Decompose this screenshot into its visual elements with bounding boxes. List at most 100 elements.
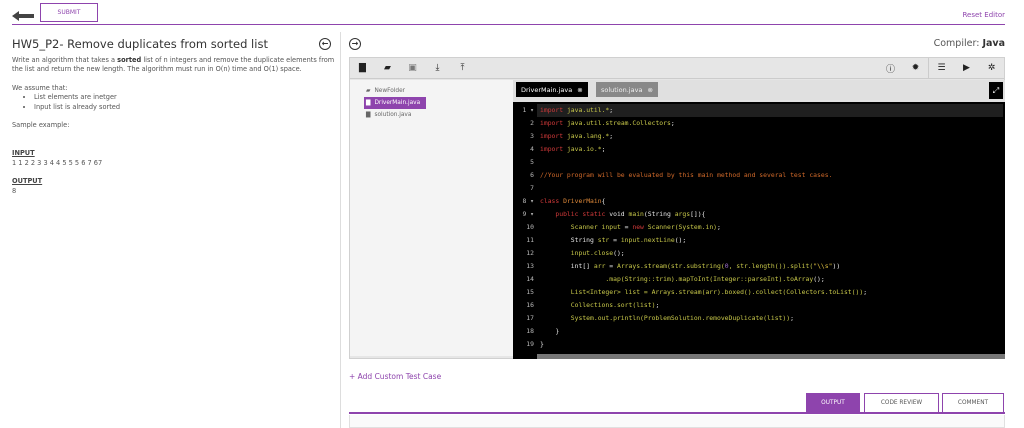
assume-text: We assume that: <box>12 83 68 92</box>
code-token: args <box>674 210 691 218</box>
code-line[interactable]: class DriverMain{ <box>537 195 1003 208</box>
code-line[interactable]: import java.io.*; <box>537 143 1003 156</box>
code-token: void <box>605 210 629 218</box>
code-line[interactable]: System.out.println(ProblemSolution.remov… <box>537 312 1003 325</box>
tab-label: DriverMain.java <box>521 85 573 94</box>
code-line[interactable]: } <box>537 338 1003 351</box>
problem-description: Write an algorithm that takes a sorted l… <box>12 56 337 196</box>
line-number: 17 <box>526 314 534 322</box>
code-line[interactable]: import java.lang.*; <box>537 130 1003 143</box>
back-arrow-icon[interactable] <box>12 7 34 21</box>
header-divider <box>12 24 1005 25</box>
line-number: 11 <box>526 236 534 244</box>
code-token: int[] <box>540 262 594 270</box>
input-label: INPUT <box>12 149 35 158</box>
tab-label: solution.java <box>601 85 643 94</box>
code-lines[interactable]: import java.util.*; import java.util.stre… <box>537 104 1003 351</box>
tab-output[interactable]: OUTPUT <box>806 393 860 413</box>
code-line[interactable]: } <box>537 325 1003 338</box>
code-line[interactable]: Collections.sort(list); <box>537 299 1003 312</box>
code-token: (String <box>643 210 675 218</box>
code-token: List<Integer> list = Arrays.stream(arr).… <box>570 288 864 296</box>
new-file-icon[interactable]: ▇ <box>350 63 375 73</box>
horizontal-scrollbar[interactable] <box>513 354 1005 359</box>
fullscreen-icon[interactable]: ⤢ <box>989 82 1003 99</box>
open-folder-icon[interactable]: ▰ <box>375 63 400 73</box>
code-token: DriverMain <box>563 197 602 205</box>
code-token: str <box>597 236 610 244</box>
tree-item-label: DriverMain.java <box>374 100 421 106</box>
line-number: 8 ▾ <box>522 197 534 205</box>
code-line[interactable]: public static void main(String args[]){ <box>537 208 1003 221</box>
code-line[interactable]: List<Integer> list = Arrays.stream(arr).… <box>537 286 1003 299</box>
file-tree: ▰ NewFolder ▇ DriverMain.java ▇ solution.ja… <box>350 80 513 356</box>
code-line[interactable]: input.close(); <box>537 247 1003 260</box>
output-value: 8 <box>12 186 17 195</box>
submit-button[interactable]: SUBMIT <box>40 3 98 22</box>
tree-item-file-selected[interactable]: ▇ DriverMain.java <box>364 97 426 109</box>
tab-solution[interactable]: solution.java ⊗ <box>596 82 658 97</box>
code-token: (); <box>674 236 687 244</box>
run-icon[interactable]: ▶ <box>954 63 979 73</box>
file-icon: ▇ <box>366 100 371 106</box>
bullet: Input list is already sorted <box>34 103 337 112</box>
line-number: 19 <box>526 340 534 348</box>
code-area[interactable]: 1 ▾ 2 3 4 5 6 7 8 ▾ 9 ▾ 10 11 12 13 14 15 1… <box>513 102 1005 354</box>
code-token: "\\s" <box>813 262 833 270</box>
code-line[interactable]: //Your program will be evaluated by this… <box>537 169 1003 182</box>
close-tab-icon[interactable]: ⊗ <box>577 86 582 94</box>
code-line[interactable] <box>537 182 1003 195</box>
file-icon: ▇ <box>366 112 371 118</box>
info-icon[interactable]: ⓘ <box>878 62 903 75</box>
code-token: } <box>540 340 544 348</box>
close-tab-icon[interactable]: ⊗ <box>647 86 652 94</box>
code-token: Arrays.stream(str.substring( <box>616 262 725 270</box>
code-line[interactable] <box>537 156 1003 169</box>
tab-comment[interactable]: COMMENT <box>942 393 1004 413</box>
save-icon[interactable]: ▣ <box>400 63 425 73</box>
code-token: Scanner input <box>570 223 621 231</box>
desc-text: Write an algorithm that takes a <box>12 56 118 64</box>
line-number: 10 <box>526 223 534 231</box>
code-line[interactable]: String str = input.nextLine(); <box>537 234 1003 247</box>
scrollbar-thumb[interactable] <box>513 354 537 359</box>
tab-drivermain[interactable]: DriverMain.java ⊗ <box>516 82 588 97</box>
run-tests-icon[interactable]: ✲ <box>979 63 1004 73</box>
format-icon[interactable]: ☰ <box>929 63 954 73</box>
line-number: 13 <box>526 262 534 270</box>
tree-item-folder[interactable]: ▰ NewFolder <box>356 85 513 97</box>
expand-right-icon[interactable]: → <box>349 38 361 50</box>
code-token: java.util.stream.Collectors <box>566 119 671 127</box>
code-line[interactable]: int[] arr = Arrays.stream(str.substring(… <box>537 260 1003 273</box>
panel-divider[interactable] <box>340 32 341 428</box>
line-number: 18 <box>526 327 534 335</box>
code-token: import <box>540 132 564 140</box>
code-token: = <box>605 262 617 270</box>
code-token: import <box>540 145 564 153</box>
code-token: ; <box>601 145 606 153</box>
desc-bold: sorted <box>117 56 142 64</box>
reset-editor-link[interactable]: Reset Editor <box>963 11 1006 19</box>
line-number: 7 <box>530 184 534 192</box>
settings-icon[interactable]: ✹ <box>903 63 928 73</box>
code-token: new <box>632 223 644 231</box>
code-line[interactable]: import java.util.stream.Collectors; <box>537 117 1003 130</box>
code-line[interactable]: .map(String::trim).mapToInt(Integer::par… <box>537 273 1003 286</box>
upload-icon[interactable]: ⤒ <box>450 63 475 73</box>
tree-item-file[interactable]: ▇ solution.java <box>356 109 513 121</box>
line-number: 16 <box>526 301 534 309</box>
code-token: ; <box>717 223 721 231</box>
add-custom-test-case-link[interactable]: + Add Custom Test Case <box>349 372 441 381</box>
code-line[interactable]: Scanner input = new Scanner(System.in); <box>537 221 1003 234</box>
sample-label: Sample example: <box>12 121 70 130</box>
code-line[interactable]: import java.util.*; <box>537 104 1003 117</box>
code-token: { <box>601 197 606 205</box>
tab-code-review[interactable]: CODE REVIEW <box>864 393 939 413</box>
output-tabs: OUTPUT CODE REVIEW COMMENT <box>349 393 1005 414</box>
collapse-left-icon[interactable]: ← <box>319 38 331 50</box>
bullet: List elements are inetger <box>34 93 337 102</box>
download-icon[interactable]: ⤓ <box>425 63 450 73</box>
code-token: input.close <box>570 249 614 257</box>
